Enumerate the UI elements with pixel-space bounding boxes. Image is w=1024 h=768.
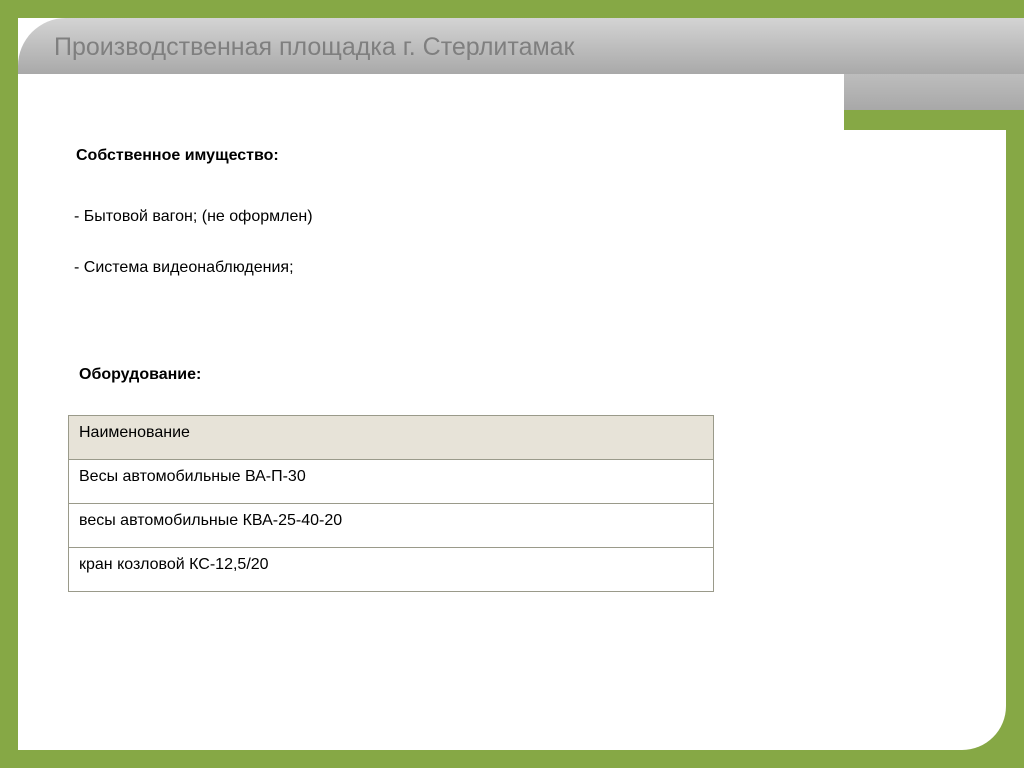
table-row: весы автомобильные КВА-25-40-20 [68, 503, 714, 548]
title-band-extension [844, 74, 1024, 110]
equipment-heading: Оборудование: [79, 366, 202, 383]
table-cell: весы автомобильные КВА-25-40-20 [68, 503, 714, 548]
property-item: - Система видеонаблюдения; [74, 259, 294, 276]
property-item: - Бытовой вагон; (не оформлен) [74, 208, 313, 225]
table-cell: кран козловой КС-12,5/20 [68, 547, 714, 592]
property-heading: Собственное имущество: [76, 147, 279, 164]
column-header-name: Наименование [68, 415, 714, 460]
page-title: Производственная площадка г. Стерлитамак [54, 33, 575, 61]
table-header-row: Наименование [68, 415, 714, 460]
decor-stripe-green [844, 110, 1024, 130]
table-row: Весы автомобильные ВА-П-30 [68, 459, 714, 504]
table-row: кран козловой КС-12,5/20 [68, 547, 714, 592]
table-cell: Весы автомобильные ВА-П-30 [68, 459, 714, 504]
equipment-table: Наименование Весы автомобильные ВА-П-30 … [68, 415, 714, 592]
